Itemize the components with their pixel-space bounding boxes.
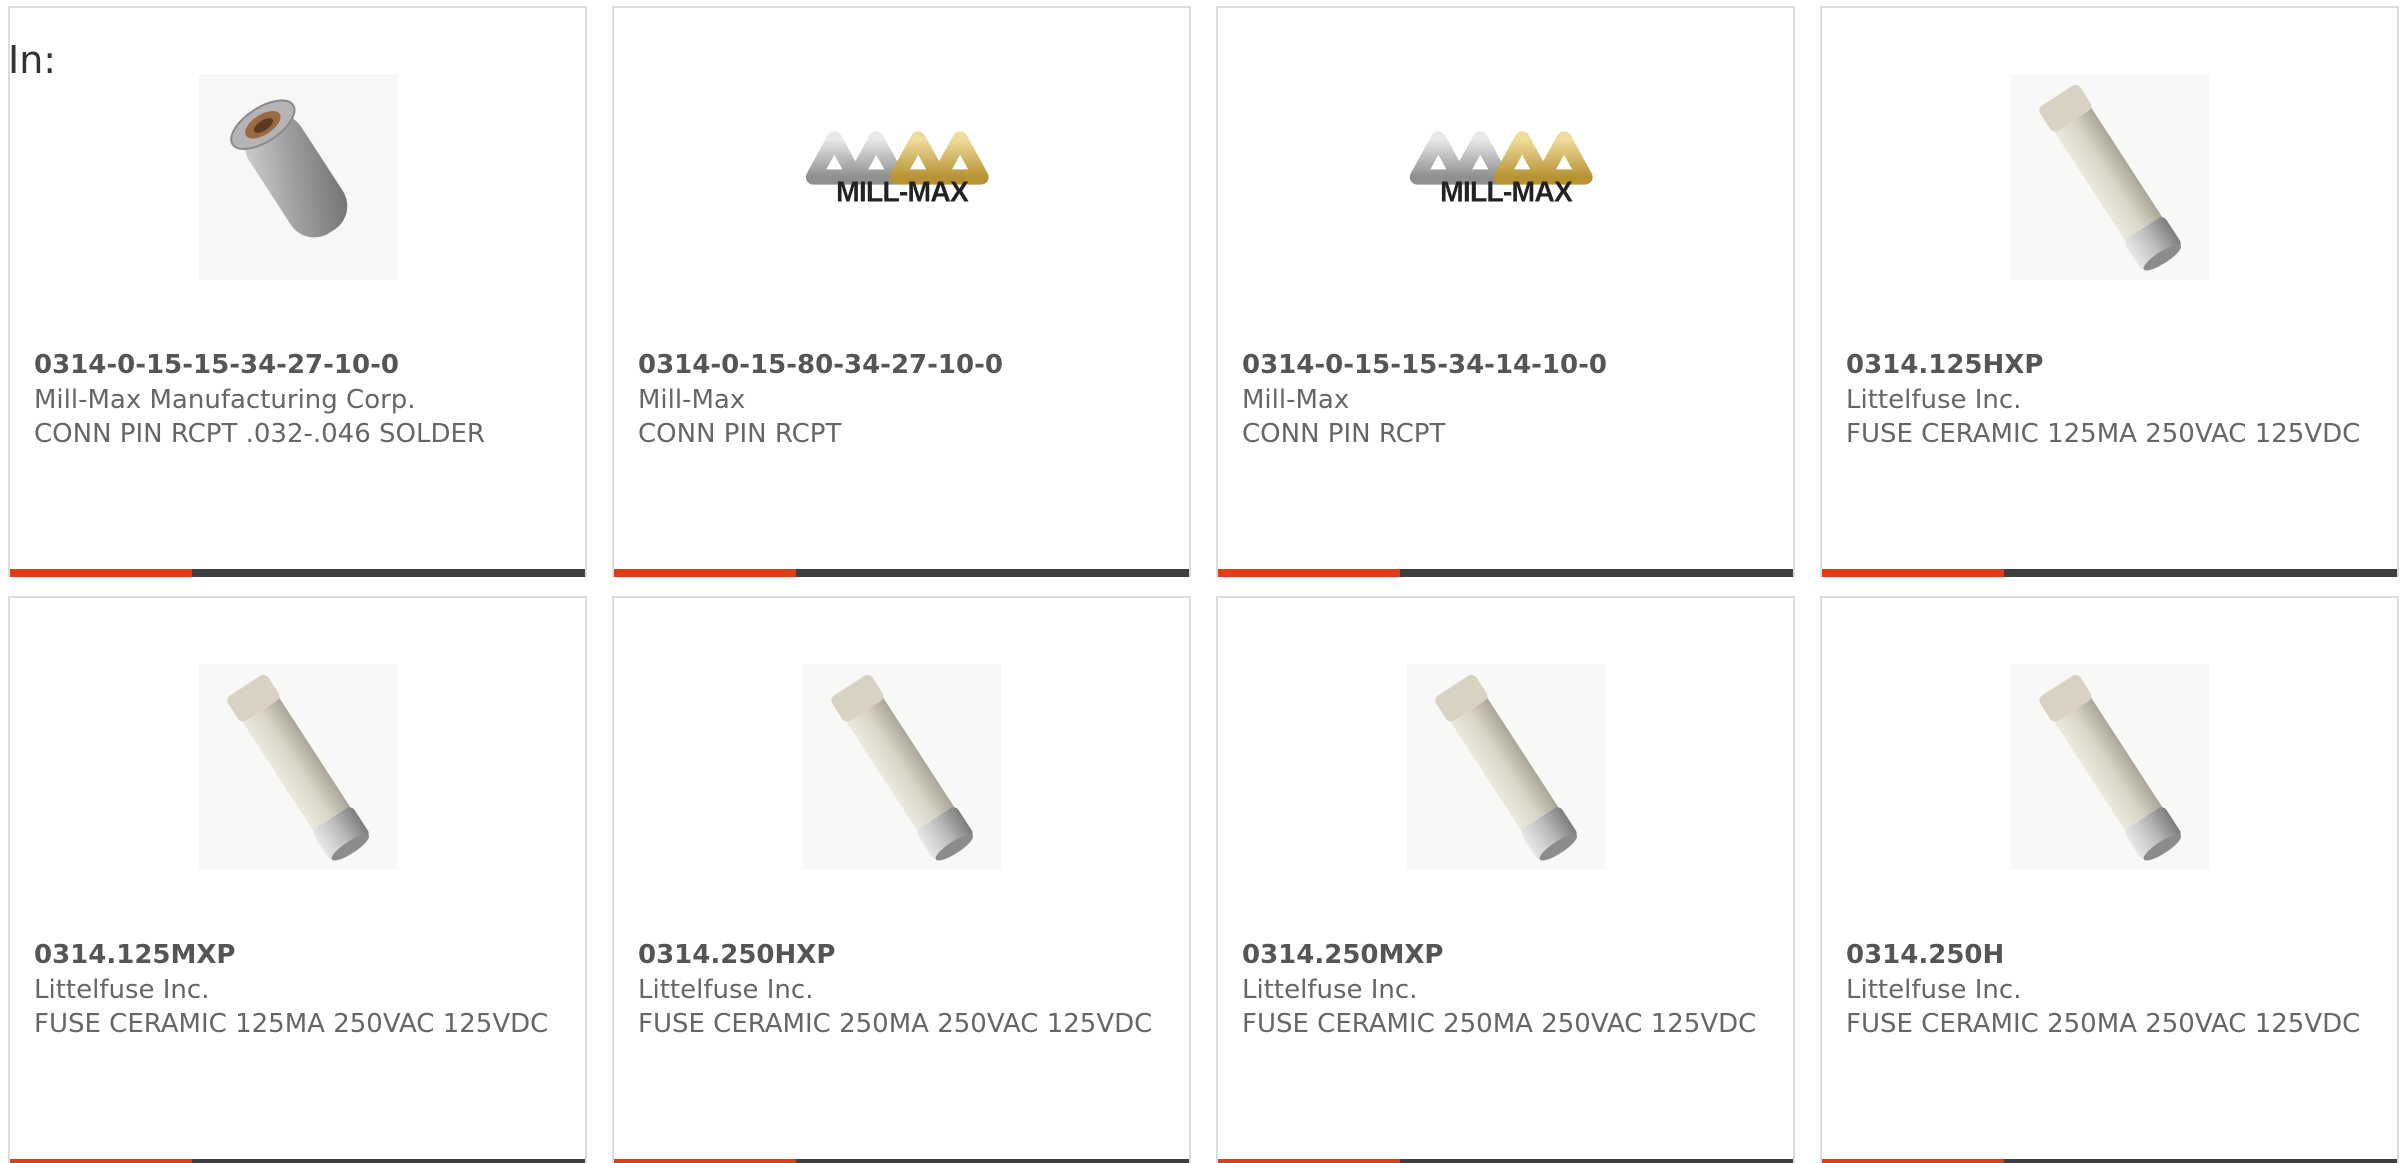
card-bottom-bar bbox=[10, 1159, 585, 1163]
product-description: FUSE CERAMIC 250MA 250VAC 125VDC bbox=[1846, 1009, 2361, 1039]
card-bar-rest bbox=[2004, 1159, 2397, 1163]
card-bar-accent bbox=[1822, 569, 2004, 577]
product-details: 0314.125MXP Littelfuse Inc. FUSE CERAMIC… bbox=[34, 938, 561, 1042]
product-card[interactable]: 0314.250MXP Littelfuse Inc. FUSE CERAMIC… bbox=[1216, 596, 1795, 1163]
product-image[interactable] bbox=[801, 664, 1002, 870]
product-description: CONN PIN RCPT bbox=[638, 419, 842, 449]
product-description: FUSE CERAMIC 250MA 250VAC 125VDC bbox=[638, 1009, 1153, 1039]
manufacturer-name: Mill-Max Manufacturing Corp. bbox=[34, 384, 416, 415]
part-number-link[interactable]: 0314.250H bbox=[1846, 938, 2373, 973]
card-bottom-bar bbox=[614, 569, 1189, 577]
product-image[interactable] bbox=[2009, 74, 2210, 280]
card-bar-rest bbox=[1400, 569, 1793, 577]
ceramic-fuse-image bbox=[197, 664, 398, 870]
part-number-link[interactable]: 0314.250MXP bbox=[1242, 938, 1769, 973]
part-number-link[interactable]: 0314-0-15-80-34-27-10-0 bbox=[638, 348, 1165, 383]
product-description: CONN PIN RCPT .032-.046 SOLDER bbox=[34, 419, 485, 449]
part-number-link[interactable]: 0314.125HXP bbox=[1846, 348, 2373, 383]
product-card[interactable]: 0314.125HXP Littelfuse Inc. FUSE CERAMIC… bbox=[1820, 6, 2399, 577]
manufacturer-name: Mill-Max bbox=[1242, 384, 1350, 415]
manufacturer-name: Littelfuse Inc. bbox=[34, 974, 210, 1005]
ceramic-fuse-image bbox=[1405, 664, 1606, 870]
product-image[interactable]: MILL-MAX bbox=[802, 74, 1002, 280]
ceramic-fuse-image bbox=[2009, 664, 2210, 870]
card-bar-accent bbox=[10, 569, 192, 577]
product-image[interactable] bbox=[197, 664, 398, 870]
ceramic-fuse-image bbox=[2009, 74, 2210, 280]
part-number-link[interactable]: 0314-0-15-15-34-14-10-0 bbox=[1242, 348, 1769, 383]
card-bottom-bar bbox=[1218, 1159, 1793, 1163]
ceramic-fuse-image bbox=[801, 664, 1002, 870]
card-bar-rest bbox=[796, 569, 1189, 577]
product-image[interactable] bbox=[2009, 664, 2210, 870]
manufacturer-name: Littelfuse Inc. bbox=[1846, 384, 2022, 415]
product-details: 0314-0-15-80-34-27-10-0 Mill-Max CONN PI… bbox=[638, 348, 1165, 452]
card-bar-accent bbox=[1218, 569, 1400, 577]
product-description: CONN PIN RCPT bbox=[1242, 419, 1446, 449]
product-image[interactable]: MILL-MAX bbox=[1406, 74, 1606, 280]
mill-max-logo-text: MILL-MAX bbox=[836, 177, 969, 209]
product-grid: 0314-0-15-15-34-27-10-0 Mill-Max Manufac… bbox=[8, 6, 2400, 1163]
product-card[interactable]: 0314.250HXP Littelfuse Inc. FUSE CERAMIC… bbox=[612, 596, 1191, 1163]
manufacturer-name: Littelfuse Inc. bbox=[1846, 974, 2022, 1005]
card-bar-accent bbox=[1822, 1159, 2004, 1163]
product-description: FUSE CERAMIC 125MA 250VAC 125VDC bbox=[34, 1009, 549, 1039]
product-card[interactable]: 0314.250H Littelfuse Inc. FUSE CERAMIC 2… bbox=[1820, 596, 2399, 1163]
part-number-link[interactable]: 0314-0-15-15-34-27-10-0 bbox=[34, 348, 561, 383]
in-filter-label: In: bbox=[8, 38, 57, 82]
mill-max-logo-image: MILL-MAX bbox=[805, 131, 989, 209]
part-number-link[interactable]: 0314.250HXP bbox=[638, 938, 1165, 973]
manufacturer-name: Mill-Max bbox=[638, 384, 746, 415]
card-bar-accent bbox=[10, 1159, 192, 1163]
card-bar-rest bbox=[1400, 1159, 1793, 1163]
card-bottom-bar bbox=[1822, 569, 2397, 577]
manufacturer-name: Littelfuse Inc. bbox=[1242, 974, 1418, 1005]
card-bar-rest bbox=[192, 1159, 585, 1163]
mill-max-logo-image: MILL-MAX bbox=[1409, 131, 1593, 209]
pin-receptacle-image bbox=[197, 74, 398, 280]
product-card[interactable]: 0314-0-15-15-34-27-10-0 Mill-Max Manufac… bbox=[8, 6, 587, 577]
product-details: 0314.250H Littelfuse Inc. FUSE CERAMIC 2… bbox=[1846, 938, 2373, 1042]
card-bar-rest bbox=[192, 569, 585, 577]
card-bottom-bar bbox=[1822, 1159, 2397, 1163]
mill-max-logo-text: MILL-MAX bbox=[1440, 177, 1573, 209]
product-card[interactable]: 0314.125MXP Littelfuse Inc. FUSE CERAMIC… bbox=[8, 596, 587, 1163]
product-description: FUSE CERAMIC 250MA 250VAC 125VDC bbox=[1242, 1009, 1757, 1039]
card-bottom-bar bbox=[10, 569, 585, 577]
product-details: 0314.125HXP Littelfuse Inc. FUSE CERAMIC… bbox=[1846, 348, 2373, 452]
manufacturer-name: Littelfuse Inc. bbox=[638, 974, 814, 1005]
product-card[interactable]: MILL-MAX 0314-0-15-80-34-27-10-0 Mill-Ma… bbox=[612, 6, 1191, 577]
card-bar-rest bbox=[2004, 569, 2397, 577]
card-bar-accent bbox=[1218, 1159, 1400, 1163]
product-card[interactable]: MILL-MAX 0314-0-15-15-34-14-10-0 Mill-Ma… bbox=[1216, 6, 1795, 577]
card-bar-rest bbox=[796, 1159, 1189, 1163]
product-results-page: In: 0314-0-15-15-34-27-10-0 Mill-Max Man… bbox=[0, 0, 2400, 1163]
product-description: FUSE CERAMIC 125MA 250VAC 125VDC bbox=[1846, 419, 2361, 449]
card-bottom-bar bbox=[614, 1159, 1189, 1163]
product-image[interactable] bbox=[197, 74, 398, 280]
card-bar-accent bbox=[614, 569, 796, 577]
product-details: 0314.250HXP Littelfuse Inc. FUSE CERAMIC… bbox=[638, 938, 1165, 1042]
card-bottom-bar bbox=[1218, 569, 1793, 577]
product-image[interactable] bbox=[1405, 664, 1606, 870]
card-bar-accent bbox=[614, 1159, 796, 1163]
product-details: 0314-0-15-15-34-14-10-0 Mill-Max CONN PI… bbox=[1242, 348, 1769, 452]
product-details: 0314.250MXP Littelfuse Inc. FUSE CERAMIC… bbox=[1242, 938, 1769, 1042]
product-details: 0314-0-15-15-34-27-10-0 Mill-Max Manufac… bbox=[34, 348, 561, 452]
part-number-link[interactable]: 0314.125MXP bbox=[34, 938, 561, 973]
